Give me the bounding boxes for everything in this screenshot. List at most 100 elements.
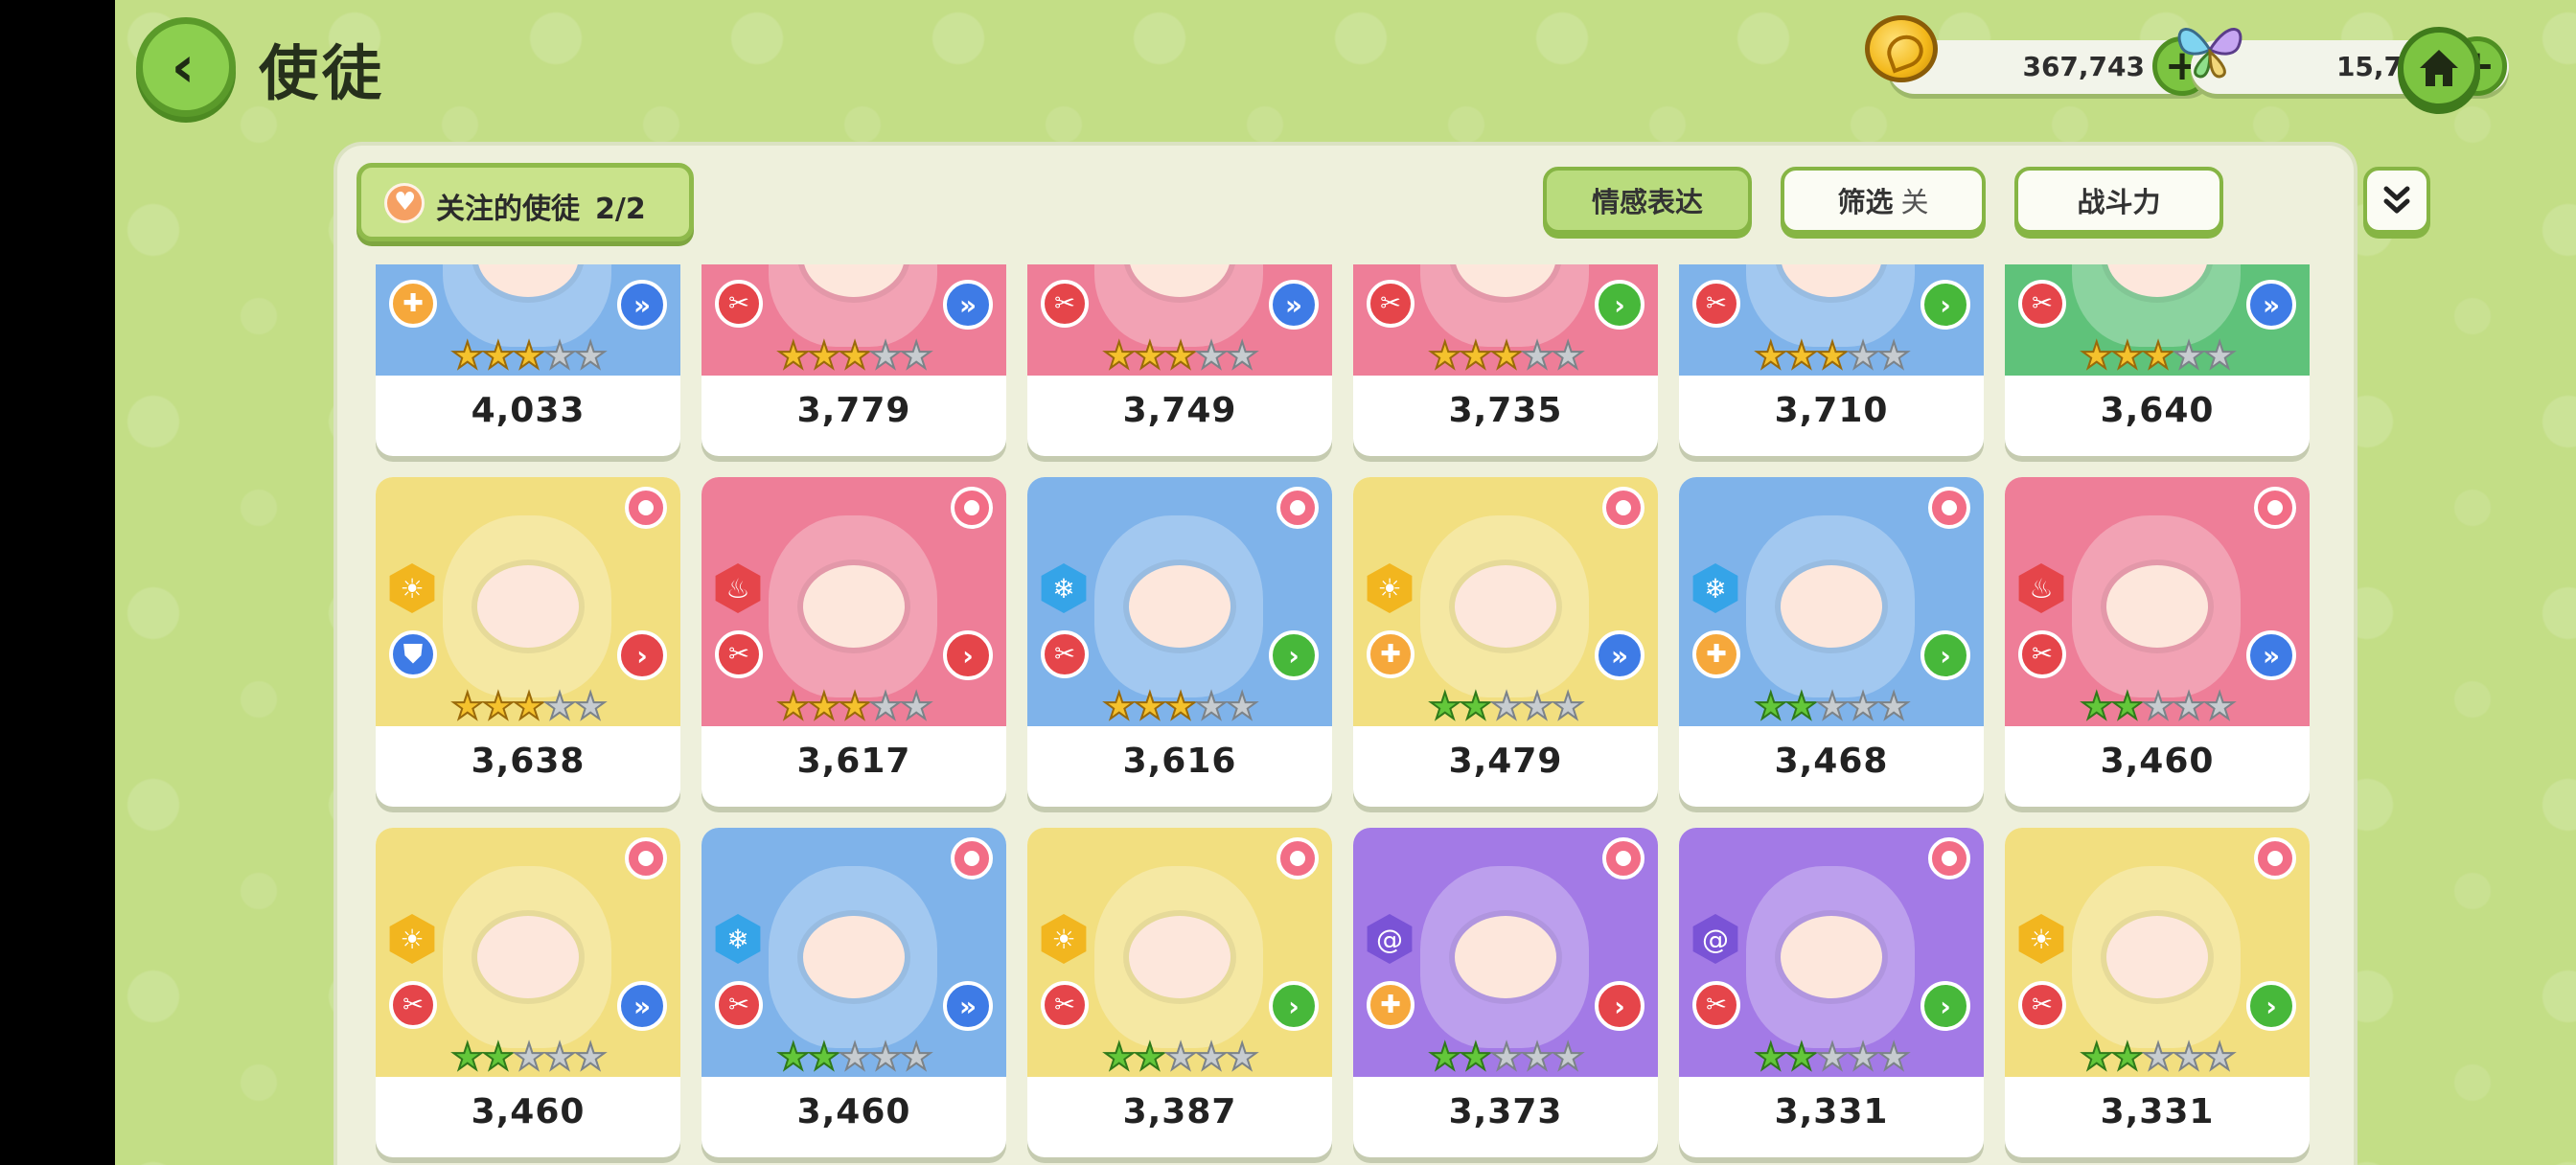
back-button[interactable]: ‹ (136, 17, 236, 117)
star-rating: ★★★★★ (702, 685, 1006, 727)
apostle-grid-viewport[interactable]: ❄✚»★★★★★4,033♨✂»★★★★★3,779♨✂»★★★★★3,749♨… (376, 264, 2350, 1165)
star-empty-icon: ★ (1551, 1036, 1585, 1078)
star-filled-icon: ★ (450, 685, 485, 727)
star-filled-icon: ★ (2141, 334, 2175, 377)
apostle-card[interactable]: ❄ ✂» ★★★★★ 3,460 (702, 828, 1006, 1157)
star-filled-icon: ★ (1459, 334, 1493, 377)
star-empty-icon: ★ (1551, 334, 1585, 377)
star-filled-icon: ★ (2110, 334, 2145, 377)
fast-forward-icon: » (1595, 630, 1644, 680)
tools-role-icon: ✂ (1692, 280, 1740, 328)
home-button[interactable] (2398, 27, 2480, 109)
combat-power: 3,460 (471, 1092, 586, 1131)
combat-power: 3,617 (796, 742, 911, 781)
plus-role-icon: ✚ (1367, 630, 1414, 678)
arrow-right-icon: › (943, 630, 993, 680)
fast-forward-icon: » (2246, 630, 2296, 680)
fast-forward-icon: » (943, 280, 993, 330)
apostle-card[interactable]: ♨✂»★★★★★3,749 (1027, 264, 1332, 456)
star-rating: ★★★★★ (1353, 1036, 1658, 1078)
apostle-card[interactable]: @ ✂ › ★★★★★ 3,331 (1679, 828, 1984, 1157)
star-empty-icon: ★ (1489, 1036, 1524, 1078)
apostle-card[interactable]: ❄✚»★★★★★4,033 (376, 264, 680, 456)
star-filled-icon: ★ (1102, 1036, 1137, 1078)
star-empty-icon: ★ (1520, 1036, 1554, 1078)
expand-button[interactable] (2363, 167, 2430, 234)
apostle-screen: ‹ 使徒 367,743 + 15,724 + 关注的使徒2/2 情感表达 筛选… (115, 0, 2576, 1165)
apostle-card[interactable]: @ ✚ › ★★★★★ 3,373 (1353, 828, 1658, 1157)
favorite-flower-icon (1276, 837, 1319, 879)
apostle-card[interactable]: ❄ ✚ › ★★★★★ 3,468 (1679, 477, 1984, 807)
arrow-right-icon: › (1269, 981, 1319, 1031)
apostle-card[interactable]: ❄✂›★★★★★3,710 (1679, 264, 1984, 456)
apostle-card[interactable]: ☀ ✚» ★★★★★ 3,479 (1353, 477, 1658, 807)
star-filled-icon: ★ (1815, 334, 1850, 377)
fast-forward-icon: » (1269, 280, 1319, 330)
combat-power: 3,373 (1448, 1092, 1563, 1131)
favorite-label: 关注的使徒 (436, 193, 580, 226)
plus-role-icon: ✚ (1692, 630, 1740, 678)
star-filled-icon: ★ (1428, 1036, 1462, 1078)
star-empty-icon: ★ (1194, 334, 1229, 377)
star-filled-icon: ★ (481, 334, 516, 377)
star-empty-icon: ★ (1551, 685, 1585, 727)
star-filled-icon: ★ (776, 685, 811, 727)
star-empty-icon: ★ (1876, 334, 1911, 377)
apostle-card[interactable]: ❄ ✂ › ★★★★★ 3,616 (1027, 477, 1332, 807)
star-empty-icon: ★ (573, 1036, 608, 1078)
star-empty-icon: ★ (1194, 685, 1229, 727)
apostle-card[interactable]: ♨ ✂ › ★★★★★ 3,617 (702, 477, 1006, 807)
star-rating: ★★★★★ (376, 334, 680, 377)
apostle-card[interactable]: ❦✂»★★★★★3,640 (2005, 264, 2310, 456)
tools-role-icon: ✂ (1367, 280, 1414, 328)
sort-power-label: 战斗力 (2077, 186, 2161, 218)
star-filled-icon: ★ (1102, 334, 1137, 377)
star-rating: ★★★★★ (1679, 1036, 1984, 1078)
star-filled-icon: ★ (1784, 1036, 1819, 1078)
apostle-card[interactable]: ☀ ⛊ › ★★★★★ 3,638 (376, 477, 680, 807)
gold-amount: 367,743 (2022, 51, 2145, 82)
apostle-card[interactable]: ☀ ✂» ★★★★★ 3,460 (376, 828, 680, 1157)
apostle-card[interactable]: ♨ ✂» ★★★★★ 3,460 (2005, 477, 2310, 807)
emotion-label: 情感表达 (1591, 186, 1703, 218)
sort-power-button[interactable]: 战斗力 (2014, 167, 2223, 234)
apostle-card[interactable]: ♨✂›★★★★★3,735 (1353, 264, 1658, 456)
apostle-card[interactable]: ♨✂»★★★★★3,779 (702, 264, 1006, 456)
tools-role-icon: ✂ (389, 981, 437, 1029)
page-title: 使徒 (259, 38, 386, 108)
star-empty-icon: ★ (868, 1036, 903, 1078)
star-empty-icon: ★ (2172, 1036, 2206, 1078)
star-filled-icon: ★ (2080, 334, 2114, 377)
star-rating: ★★★★★ (1027, 1036, 1332, 1078)
star-empty-icon: ★ (542, 334, 577, 377)
tools-role-icon: ✂ (1692, 981, 1740, 1029)
star-empty-icon: ★ (2202, 685, 2237, 727)
plus-role-icon: ✚ (1367, 981, 1414, 1029)
favorite-flower-icon (951, 837, 993, 879)
favorite-count: 2/2 (595, 193, 646, 226)
star-filled-icon: ★ (512, 334, 546, 377)
star-empty-icon: ★ (899, 685, 933, 727)
star-empty-icon: ★ (1225, 334, 1259, 377)
favorite-flower-icon (1928, 487, 1970, 529)
star-rating: ★★★★★ (702, 1036, 1006, 1078)
favorite-flower-icon (2254, 837, 2296, 879)
apostle-card[interactable]: ☀ ✂ › ★★★★★ 3,387 (1027, 828, 1332, 1157)
filter-state: 关 (1900, 186, 1929, 218)
tools-role-icon: ✂ (715, 280, 763, 328)
favorite-flower-icon (1602, 837, 1644, 879)
emotion-button[interactable]: 情感表达 (1543, 167, 1752, 234)
star-filled-icon: ★ (1784, 685, 1819, 727)
combat-power: 3,331 (2100, 1092, 2215, 1131)
star-filled-icon: ★ (2080, 685, 2114, 727)
apostle-card[interactable]: ☀ ✂ › ★★★★★ 3,331 (2005, 828, 2310, 1157)
favorite-apostles-button[interactable]: 关注的使徒 2/2 (356, 163, 694, 241)
star-empty-icon: ★ (2141, 1036, 2175, 1078)
star-filled-icon: ★ (2110, 685, 2145, 727)
filter-button[interactable]: 筛选关 (1781, 167, 1986, 234)
star-filled-icon: ★ (481, 1036, 516, 1078)
arrow-right-icon: › (617, 630, 667, 680)
combat-power: 4,033 (471, 391, 586, 430)
star-empty-icon: ★ (1876, 685, 1911, 727)
combat-power: 3,779 (796, 391, 911, 430)
